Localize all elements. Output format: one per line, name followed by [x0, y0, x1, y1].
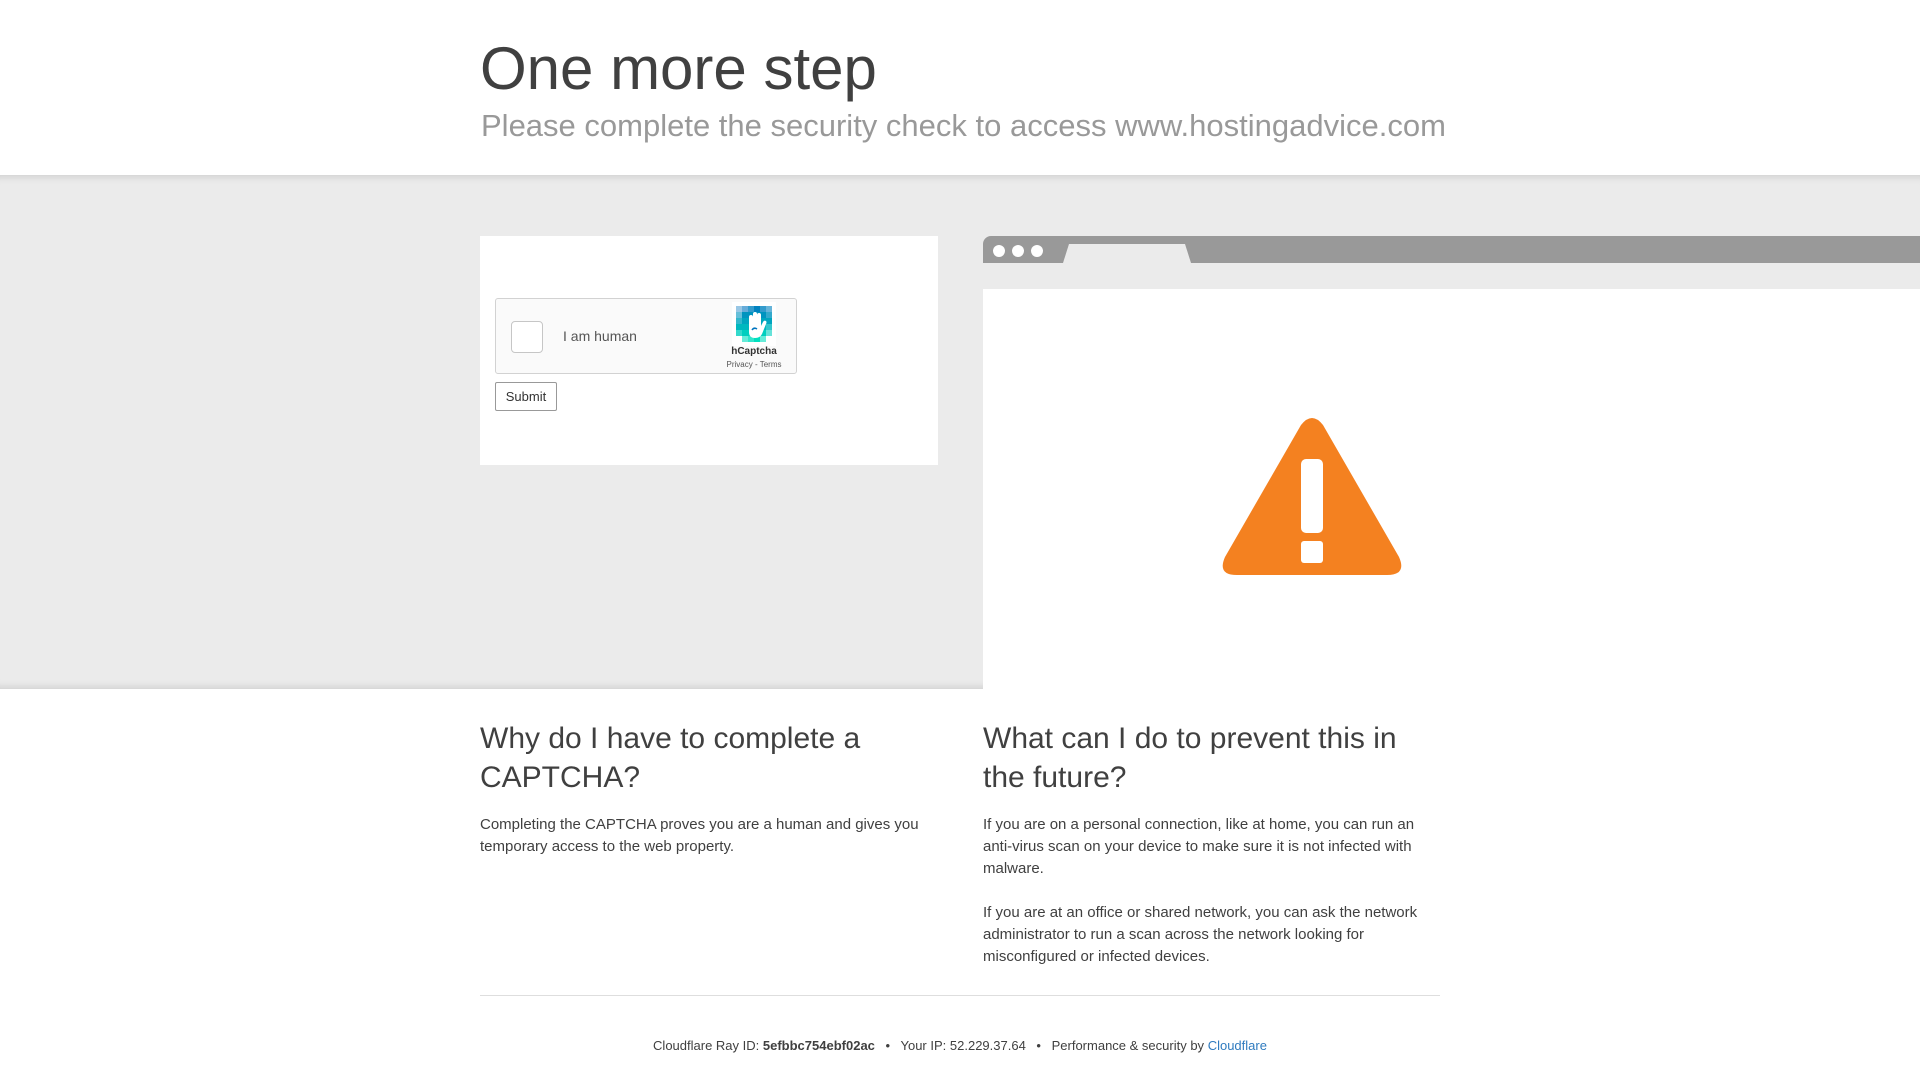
page-subtitle: Please complete the security check to ac…: [481, 108, 1446, 143]
footer-divider: [480, 995, 1440, 996]
ray-id-label: Cloudflare Ray ID:: [653, 1038, 760, 1053]
footer-bullet: •: [885, 1038, 891, 1053]
window-dot: [1031, 245, 1043, 257]
ip-value: 52.229.37.64: [949, 1038, 1026, 1053]
submit-button[interactable]: Submit: [495, 382, 557, 411]
page-header: One more step Please complete the securi…: [0, 0, 1920, 175]
exclamation-bar: [1301, 459, 1323, 533]
hcaptcha-links: Privacy - Terms: [704, 360, 804, 369]
privacy-link[interactable]: Privacy: [727, 360, 753, 369]
cloudflare-link[interactable]: Cloudflare: [1208, 1038, 1267, 1053]
why-paragraph: Completing the CAPTCHA proves you are a …: [480, 816, 919, 855]
prevent-paragraph: If you are at an office or shared networ…: [983, 904, 1418, 965]
browser-title-bar: [983, 236, 1920, 263]
hcaptcha-widget: I am human hCaptcha Privacy - Terms: [495, 298, 797, 374]
window-dot: [1012, 245, 1024, 257]
browser-toolbar: [983, 263, 1920, 289]
performance-label: Performance & security by: [1051, 1038, 1205, 1053]
prevent-paragraph: If you are on a personal connection, lik…: [983, 816, 1415, 877]
why-section: Why do I have to complete a CAPTCHA? Com…: [480, 719, 938, 880]
checkbox-label: I am human: [563, 328, 637, 344]
browser-viewport: [983, 289, 1920, 689]
hcaptcha-brand: hCaptcha: [731, 346, 777, 357]
warning-triangle-icon: [1222, 418, 1402, 575]
ray-id-value: 5efbbc754ebf02ac: [762, 1038, 875, 1053]
footer-bullet: •: [1036, 1038, 1041, 1053]
prevent-section: What can I do to prevent this in the fut…: [983, 719, 1441, 990]
browser-tab: [1063, 244, 1191, 263]
captcha-form-card: I am human hCaptcha Privacy - Terms Subm…: [480, 236, 938, 465]
terms-link[interactable]: Terms: [760, 360, 782, 369]
exclamation-dot: [1301, 541, 1323, 563]
prevent-heading: What can I do to prevent this in the fut…: [983, 722, 1397, 794]
why-heading: Why do I have to complete a CAPTCHA?: [480, 722, 861, 794]
ip-label: Your IP:: [900, 1038, 947, 1053]
window-dot: [993, 245, 1005, 257]
human-checkbox[interactable]: [511, 321, 543, 353]
links-separator: -: [752, 360, 760, 369]
hcaptcha-logo-icon: [732, 302, 776, 346]
browser-illustration: [983, 236, 1920, 689]
footer: Cloudflare Ray ID: 5efbbc754ebf02ac • Yo…: [0, 1038, 1920, 1053]
page-title: One more step: [480, 35, 877, 102]
